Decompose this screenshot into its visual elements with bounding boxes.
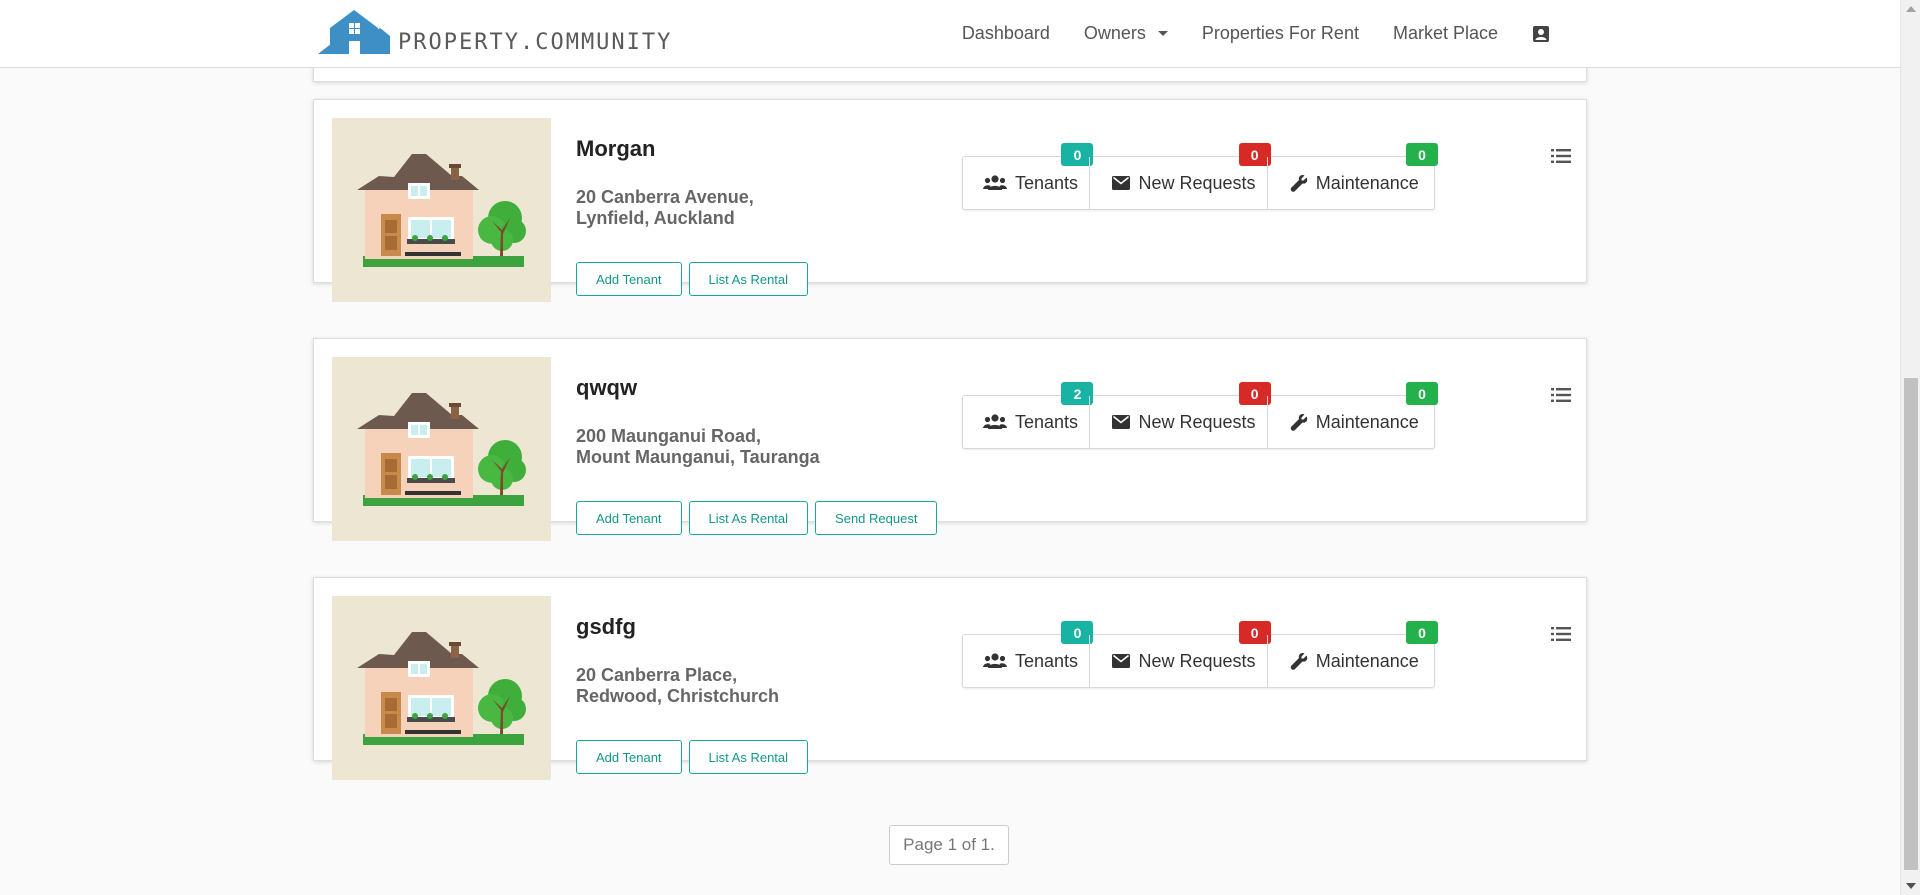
property-stats: Tenants 2 New Requests 0 Maintenance 0 xyxy=(962,382,1438,449)
wrench-icon xyxy=(1290,414,1307,431)
envelope-icon xyxy=(1112,654,1131,668)
property-actions: Add Tenant List As Rental xyxy=(576,740,815,774)
maintenance-count-badge: 0 xyxy=(1405,621,1438,644)
new-requests-stat[interactable]: New Requests 0 xyxy=(1089,621,1271,687)
users-icon xyxy=(983,175,1007,190)
new-requests-stat[interactable]: New Requests 0 xyxy=(1089,143,1271,209)
send-request-button[interactable]: Send Request xyxy=(815,501,938,535)
property-address: 20 Canberra Avenue, Lynfield, Auckland xyxy=(576,187,754,229)
property-card: qwqw 200 Maunganui Road, Mount Maunganui… xyxy=(313,338,1587,541)
house-illustration-icon xyxy=(357,154,526,267)
list-menu-icon[interactable] xyxy=(1551,387,1571,408)
nav-dashboard[interactable]: Dashboard xyxy=(962,23,1050,44)
main-nav: Dashboard Owners Properties For Rent Mar… xyxy=(928,0,1900,67)
pagination-info: Page 1 of 1. xyxy=(889,825,1009,865)
list-menu-icon[interactable] xyxy=(1551,626,1571,647)
address-line-1: 20 Canberra Place, xyxy=(576,665,738,685)
add-tenant-button[interactable]: Add Tenant xyxy=(576,262,682,296)
envelope-icon xyxy=(1112,415,1131,429)
chevron-down-icon xyxy=(1157,31,1168,36)
contact-card-icon[interactable] xyxy=(1532,25,1550,43)
property-image[interactable] xyxy=(332,118,551,302)
house-logo-icon xyxy=(318,10,390,54)
property-address: 200 Maunganui Road, Mount Maunganui, Tau… xyxy=(576,426,820,468)
property-name[interactable]: gsdfg xyxy=(576,614,636,640)
users-icon xyxy=(983,653,1007,668)
property-address: 20 Canberra Place, Redwood, Christchurch xyxy=(576,665,779,707)
top-navbar: PROPERTY.COMMUNITY Dashboard Owners Prop… xyxy=(0,0,1900,68)
nav-owners-label: Owners xyxy=(1083,23,1146,43)
house-illustration-icon xyxy=(357,393,526,506)
property-card: gsdfg 20 Canberra Place, Redwood, Christ… xyxy=(313,577,1587,780)
list-as-rental-button[interactable]: List As Rental xyxy=(688,262,809,296)
property-card: Morgan 20 Canberra Avenue, Lynfield, Auc… xyxy=(313,99,1587,302)
address-line-2: Mount Maunganui, Tauranga xyxy=(576,447,820,467)
maintenance-label: Maintenance xyxy=(1315,172,1419,193)
scroll-up-arrow-icon[interactable] xyxy=(1906,6,1916,12)
add-tenant-button[interactable]: Add Tenant xyxy=(576,740,682,774)
address-line-2: Redwood, Christchurch xyxy=(576,686,780,706)
tenants-label: Tenants xyxy=(1015,411,1079,432)
tenants-stat[interactable]: Tenants 2 xyxy=(963,382,1094,448)
maintenance-count-badge: 0 xyxy=(1405,382,1438,405)
scroll-down-arrow-icon[interactable] xyxy=(1906,883,1916,889)
property-actions: Add Tenant List As Rental xyxy=(576,262,815,296)
page-scrollbar[interactable] xyxy=(1900,0,1920,895)
nav-market-place[interactable]: Market Place xyxy=(1393,23,1498,44)
tenants-stat[interactable]: Tenants 0 xyxy=(963,621,1094,687)
envelope-icon xyxy=(1112,176,1131,190)
maintenance-label: Maintenance xyxy=(1315,650,1419,671)
address-line-2: Lynfield, Auckland xyxy=(576,208,735,228)
property-image[interactable] xyxy=(332,596,551,780)
maintenance-label: Maintenance xyxy=(1315,411,1419,432)
property-name[interactable]: qwqw xyxy=(576,375,637,401)
add-tenant-button[interactable]: Add Tenant xyxy=(576,501,682,535)
new-requests-label: New Requests xyxy=(1138,650,1256,671)
maintenance-stat[interactable]: Maintenance 0 xyxy=(1266,143,1438,209)
property-image[interactable] xyxy=(332,357,551,541)
property-actions: Add Tenant List As Rental Send Request xyxy=(576,501,944,535)
wrench-icon xyxy=(1290,175,1307,192)
brand-name: PROPERTY.COMMUNITY xyxy=(398,30,673,55)
maintenance-count-badge: 0 xyxy=(1405,143,1438,166)
new-requests-label: New Requests xyxy=(1138,172,1256,193)
list-as-rental-button[interactable]: List As Rental xyxy=(688,740,809,774)
address-line-1: 20 Canberra Avenue, xyxy=(576,187,754,207)
users-icon xyxy=(983,414,1007,429)
nav-owners-dropdown[interactable]: Owners xyxy=(1084,23,1168,44)
new-requests-stat[interactable]: New Requests 0 xyxy=(1089,382,1271,448)
address-line-1: 200 Maunganui Road, xyxy=(576,426,762,446)
wrench-icon xyxy=(1290,653,1307,670)
property-name[interactable]: Morgan xyxy=(576,136,655,162)
tenants-stat[interactable]: Tenants 0 xyxy=(963,143,1094,209)
list-menu-icon[interactable] xyxy=(1551,148,1571,169)
brand-logo[interactable]: PROPERTY.COMMUNITY xyxy=(318,8,672,58)
house-illustration-icon xyxy=(357,632,526,745)
maintenance-stat[interactable]: Maintenance 0 xyxy=(1266,382,1438,448)
property-stats: Tenants 0 New Requests 0 Maintenance 0 xyxy=(962,143,1438,210)
property-stats: Tenants 0 New Requests 0 Maintenance 0 xyxy=(962,621,1438,688)
maintenance-stat[interactable]: Maintenance 0 xyxy=(1266,621,1438,687)
new-requests-label: New Requests xyxy=(1138,411,1256,432)
tenants-label: Tenants xyxy=(1015,650,1079,671)
tenants-label: Tenants xyxy=(1015,172,1079,193)
scrollbar-thumb[interactable] xyxy=(1904,378,1918,870)
list-as-rental-button[interactable]: List As Rental xyxy=(688,501,809,535)
nav-properties-for-rent[interactable]: Properties For Rent xyxy=(1202,23,1359,44)
